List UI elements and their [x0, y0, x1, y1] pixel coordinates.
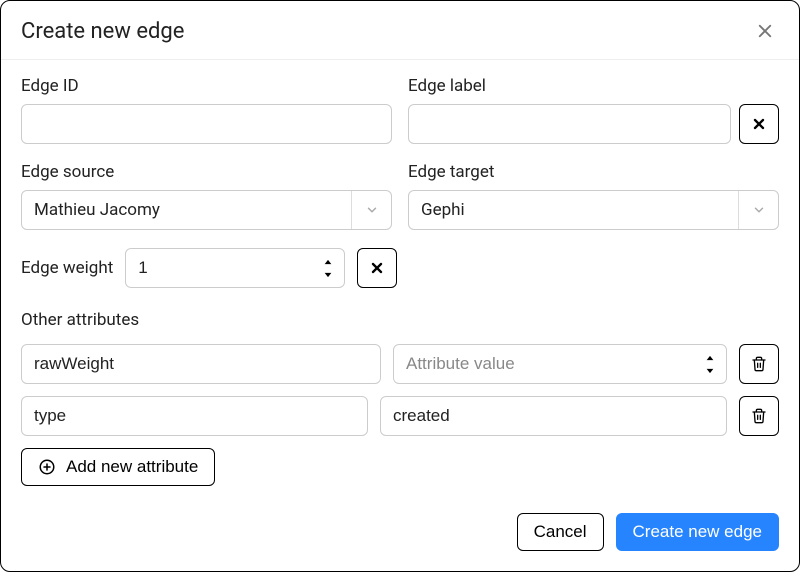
edge-id-field: Edge ID — [21, 76, 392, 144]
trash-icon — [751, 356, 767, 372]
attr-stepper — [699, 351, 721, 377]
x-icon — [369, 260, 385, 276]
edge-target-field: Edge target Gephi — [408, 162, 779, 230]
edge-id-label: Edge ID — [21, 76, 392, 96]
attribute-value-input[interactable] — [380, 396, 727, 436]
edge-source-field: Edge source Mathieu Jacomy — [21, 162, 392, 230]
dialog-body: Edge ID Edge label Edge source Mathieu J… — [1, 60, 799, 499]
dialog-header: Create new edge — [1, 1, 799, 60]
delete-attribute-button[interactable] — [739, 344, 779, 384]
attr-step-up[interactable] — [699, 351, 721, 364]
edge-source-value: Mathieu Jacomy — [34, 200, 351, 220]
attribute-row — [21, 344, 779, 384]
edge-target-value: Gephi — [421, 200, 738, 220]
weight-stepper — [317, 255, 339, 281]
edge-source-label: Edge source — [21, 162, 392, 182]
weight-step-up[interactable] — [317, 255, 339, 268]
trash-icon — [751, 408, 767, 424]
clear-edge-weight-button[interactable] — [357, 248, 397, 288]
x-icon — [751, 116, 767, 132]
edge-id-input[interactable] — [21, 104, 392, 144]
chevron-down-icon — [738, 191, 778, 229]
plus-circle-icon — [38, 458, 56, 476]
edge-source-select[interactable]: Mathieu Jacomy — [21, 190, 392, 230]
edge-target-select[interactable]: Gephi — [408, 190, 779, 230]
edge-label-field: Edge label — [408, 76, 779, 144]
edge-target-label: Edge target — [408, 162, 779, 182]
edge-label-input[interactable] — [408, 104, 731, 144]
other-attributes-label: Other attributes — [21, 310, 779, 330]
edge-weight-field: Edge weight — [21, 248, 779, 288]
add-attribute-label: Add new attribute — [66, 457, 198, 477]
attribute-name-input[interactable] — [21, 396, 368, 436]
cancel-button[interactable]: Cancel — [517, 513, 604, 551]
edge-weight-input[interactable] — [125, 248, 345, 288]
dialog-footer: Cancel Create new edge — [1, 499, 799, 571]
edge-weight-label: Edge weight — [21, 258, 113, 278]
clear-edge-label-button[interactable] — [739, 104, 779, 144]
add-attribute-button[interactable]: Add new attribute — [21, 448, 215, 486]
edge-label-label: Edge label — [408, 76, 779, 96]
chevron-down-icon — [351, 191, 391, 229]
submit-button[interactable]: Create new edge — [616, 513, 779, 551]
attribute-row — [21, 396, 779, 436]
close-icon — [756, 22, 774, 40]
delete-attribute-button[interactable] — [739, 396, 779, 436]
dialog-title: Create new edge — [21, 19, 184, 44]
close-button[interactable] — [751, 17, 779, 45]
attribute-name-input[interactable] — [21, 344, 381, 384]
weight-step-down[interactable] — [317, 268, 339, 281]
attribute-value-input[interactable] — [393, 344, 727, 384]
create-edge-dialog: Create new edge Edge ID Edge label — [0, 0, 800, 572]
attr-step-down[interactable] — [699, 364, 721, 377]
